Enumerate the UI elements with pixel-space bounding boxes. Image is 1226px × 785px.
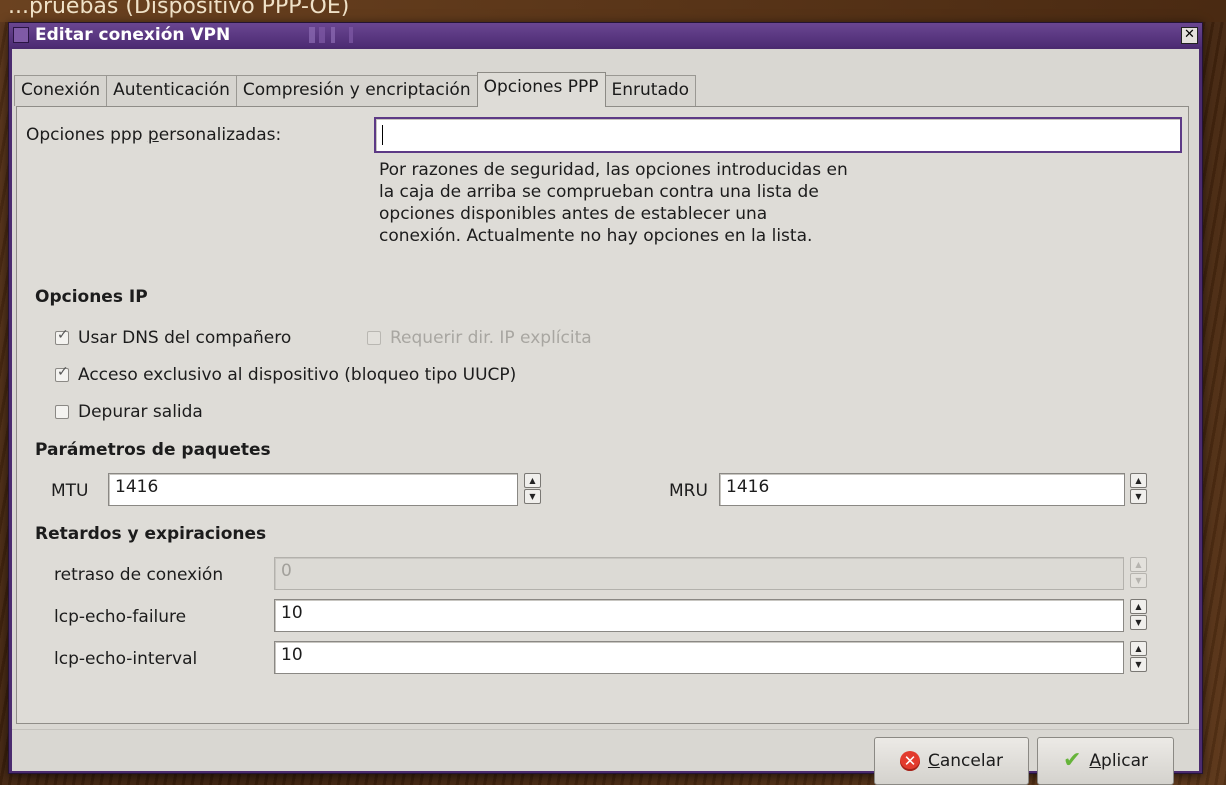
spin-down-icon[interactable]: ▼ [524,489,541,504]
lcp-failure-input[interactable]: 10 [274,599,1124,632]
tab-conexion[interactable]: Conexión [14,75,108,106]
lcp-interval-input[interactable]: 10 [274,641,1124,674]
close-icon[interactable]: ✕ [1181,27,1198,44]
cancel-label-rest: ancelar [939,751,1003,771]
spin-up-icon[interactable]: ▲ [1130,599,1147,614]
mru-label: MRU [669,481,708,501]
titlebar[interactable]: Editar conexión VPN ✕ [9,23,1202,47]
spin-down-icon[interactable]: ▼ [1130,573,1147,588]
desktop-background-strip: ...pruebas (Dispositivo PPP-OE) [0,0,1226,22]
help-line: opciones disponibles antes de establecer… [379,204,768,224]
checkbox-unchecked-icon [55,405,69,419]
custom-ppp-label-post: ersonalizadas: [158,125,282,145]
vpn-edit-dialog: Editar conexión VPN ✕ Conexión Autentica… [8,22,1203,785]
mru-spinner[interactable]: ▲ ▼ [1130,473,1147,504]
mtu-label: MTU [51,481,89,501]
tab-enrutado[interactable]: Enrutado [604,75,697,106]
debug-output-checkbox[interactable]: Depurar salida [55,402,203,422]
cancel-label: Cancelar [928,751,1003,771]
apply-label: Aplicar [1089,751,1148,771]
background-text: ...pruebas (Dispositivo PPP-OE) [8,0,350,19]
tab-opciones-ppp[interactable]: Opciones PPP [476,72,606,107]
connect-delay-spinner[interactable]: ▲ ▼ [1130,557,1147,588]
exclusive-access-checkbox[interactable]: Acceso exclusivo al dispositivo (bloqueo… [55,364,517,385]
apply-mnemonic: A [1089,751,1102,771]
lcp-failure-spinner[interactable]: ▲ ▼ [1130,599,1147,630]
mtu-input[interactable]: 1416 [108,473,518,506]
tab-autenticacion[interactable]: Autenticación [106,75,237,106]
spin-up-icon[interactable]: ▲ [1130,557,1147,572]
spin-down-icon[interactable]: ▼ [1130,615,1147,630]
checkbox-checked-icon [55,364,69,382]
require-explicit-ip-checkbox[interactable]: Requerir dir. IP explícita [367,328,592,348]
custom-ppp-label: Opciones ppp personalizadas: [26,125,281,145]
cancel-button[interactable]: ✕ Cancelar [874,737,1029,785]
connect-delay-input[interactable]: 0 [274,557,1124,590]
lcp-interval-spinner[interactable]: ▲ ▼ [1130,641,1147,672]
cancel-mnemonic: C [927,751,940,771]
mtu-spinner[interactable]: ▲ ▼ [524,473,541,504]
ppp-options-panel: Opciones ppp personalizadas: Por razones… [16,106,1189,724]
spin-up-icon[interactable]: ▲ [1130,641,1147,656]
use-peer-dns-checkbox[interactable]: Usar DNS del compañero [55,327,292,348]
connect-delay-value: 0 [281,561,292,581]
ip-options-heading: Opciones IP [35,287,148,307]
dialog-client-area: Conexión Autenticación Compresión y encr… [12,49,1199,785]
mtu-value: 1416 [115,477,159,497]
window-menu-icon[interactable] [13,27,29,43]
tab-compresion[interactable]: Compresión y encriptación [235,75,478,106]
checkbox-checked-icon [55,327,69,345]
spin-down-icon[interactable]: ▼ [1130,657,1147,672]
custom-ppp-help: Por razones de seguridad, las opciones i… [379,159,979,247]
lcp-failure-label: lcp-echo-failure [54,607,187,627]
text-caret [382,125,383,145]
mru-input[interactable]: 1416 [719,473,1125,506]
help-line: Por razones de seguridad, las opciones i… [379,160,848,180]
lcp-interval-value: 10 [281,645,303,665]
delays-heading: Retardos y expiraciones [35,524,267,544]
lcp-failure-value: 10 [281,603,303,623]
connect-delay-label: retraso de conexión [54,565,224,585]
spin-down-icon[interactable]: ▼ [1130,489,1147,504]
apply-label-rest: plicar [1101,751,1149,771]
require-explicit-ip-label: Requerir dir. IP explícita [390,328,592,348]
cancel-icon: ✕ [899,751,920,771]
packet-params-heading: Parámetros de paquetes [35,440,271,460]
exclusive-access-label: Acceso exclusivo al dispositivo (bloqueo… [78,365,517,385]
use-peer-dns-label: Usar DNS del compañero [78,328,292,348]
apply-button[interactable]: ✔ Aplicar [1037,737,1174,785]
help-line: la caja de arriba se comprueban contra u… [379,182,819,202]
debug-output-label: Depurar salida [78,402,203,422]
action-area-separator [12,729,1199,730]
spin-up-icon[interactable]: ▲ [1130,473,1147,488]
window-title: Editar conexión VPN [35,25,231,45]
custom-ppp-input[interactable] [374,117,1182,153]
custom-ppp-label-pre: Opciones ppp [26,125,148,145]
custom-ppp-label-mnemonic: p [147,125,159,145]
help-line: conexión. Actualmente no hay opciones en… [379,226,813,246]
tab-bar: Conexión Autenticación Compresión y encr… [14,72,697,107]
checkbox-unchecked-icon [367,331,381,345]
titlebar-decoration [309,27,389,43]
lcp-interval-label: lcp-echo-interval [54,649,198,669]
checkmark-icon: ✔ [1062,748,1082,773]
spin-up-icon[interactable]: ▲ [524,473,541,488]
mru-value: 1416 [726,477,770,497]
